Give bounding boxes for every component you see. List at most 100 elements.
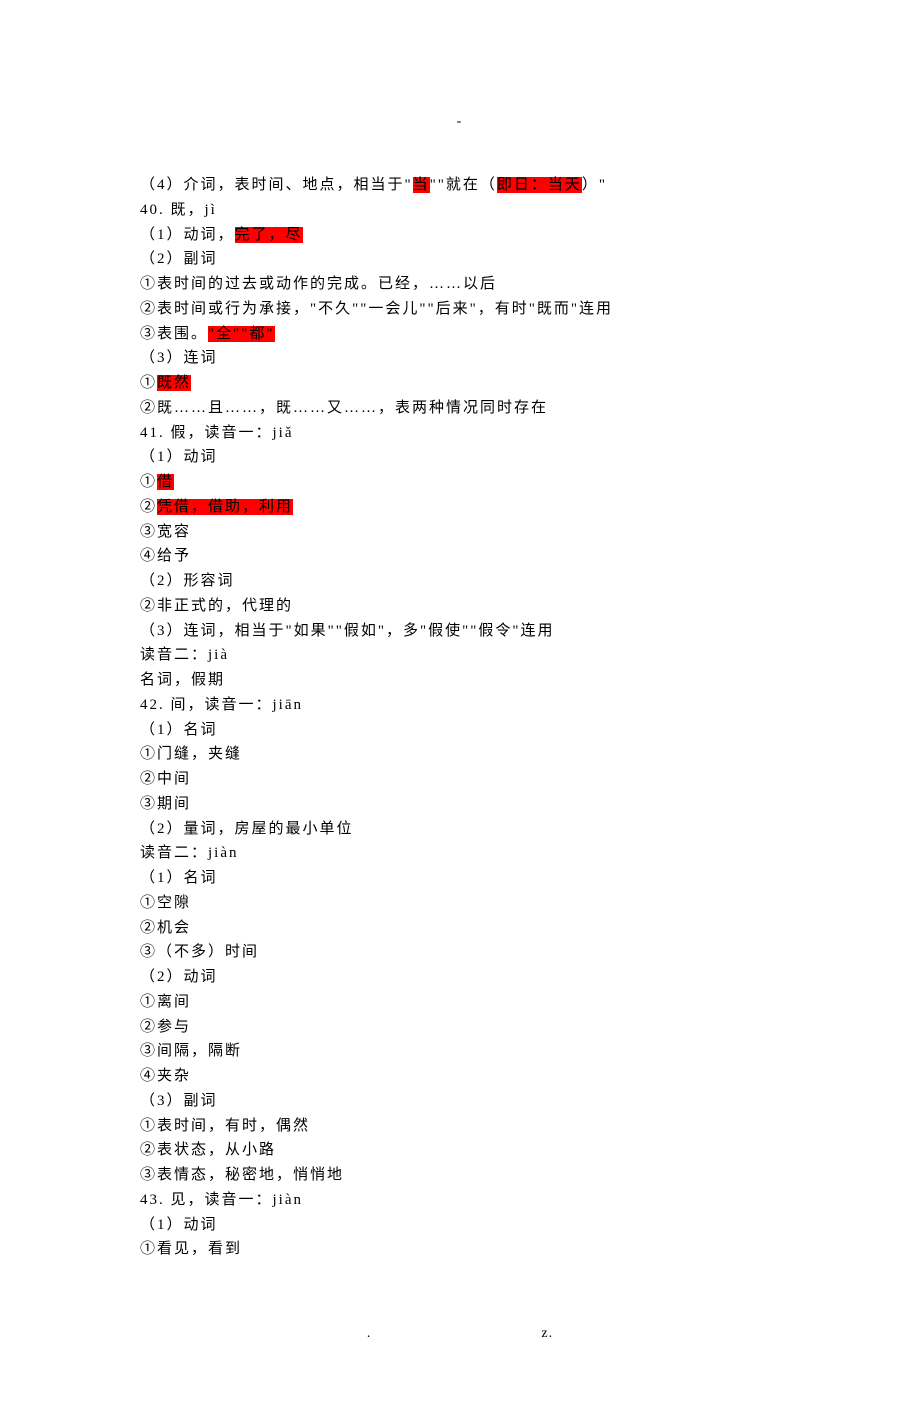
text-line: ②表时间或行为承接，"不久""一会儿""后来"，有时"既而"连用 [140,297,780,322]
text-segment: 40. 既，jì [140,202,217,218]
text-line: （1）名词 [140,718,780,743]
text-segment: 读音二：jiàn [140,845,239,861]
text-segment: ②表时间或行为承接，"不久""一会儿""后来"，有时"既而"连用 [140,301,613,317]
text-segment: ④夹杂 [140,1068,191,1084]
highlighted-text: 完了，尽 [235,227,303,243]
text-line: ②既……且……，既……又……，表两种情况同时存在 [140,396,780,421]
text-segment: （4）介词，表时间、地点，相当于" [140,177,413,193]
content-body: （4）介词，表时间、地点，相当于"当""就在（即日：当天）" 40. 既，jì （1… [140,173,780,1262]
text-line: （3）连词，相当于"如果""假如"，多"假使""假令"连用 [140,619,780,644]
highlighted-text: 当 [413,177,430,193]
text-line: （2）副词 [140,247,780,272]
text-segment: ③间隔，隔断 [140,1043,242,1059]
text-line: 42. 间，读音一：jiān [140,693,780,718]
text-segment: ②表状态，从小路 [140,1142,276,1158]
text-segment: ②参与 [140,1019,191,1035]
text-line: （2）动词 [140,965,780,990]
text-line: （2）量词，房屋的最小单位 [140,817,780,842]
page: - （4）介词，表时间、地点，相当于"当""就在（即日：当天）" 40. 既，jì… [0,0,920,1405]
text-segment: ）" [582,177,607,193]
text-line: ②参与 [140,1015,780,1040]
text-segment: ①表时间，有时，偶然 [140,1118,310,1134]
text-line: ③宽容 [140,520,780,545]
text-line: 43. 见，读音一：jiàn [140,1188,780,1213]
text-line: 41. 假，读音一：jiǎ [140,421,780,446]
header-dash: - [140,110,780,133]
text-segment: ③期间 [140,796,191,812]
text-segment: （2）动词 [140,969,218,985]
text-line: （1）动词 [140,1213,780,1238]
text-segment: （1）动词 [140,1217,218,1233]
text-line: 读音二：jià [140,643,780,668]
text-line: ③表情态，秘密地，悄悄地 [140,1163,780,1188]
text-line: （2）形容词 [140,569,780,594]
text-segment: ① [140,474,157,490]
text-line: 读音二：jiàn [140,841,780,866]
text-segment: （3）副词 [140,1093,218,1109]
text-segment: ①表时间的过去或动作的完成。已经，……以后 [140,276,497,292]
text-segment: （2）量词，房屋的最小单位 [140,821,354,837]
text-line: ②非正式的，代理的 [140,594,780,619]
text-line: ①空隙 [140,891,780,916]
text-line: （3）副词 [140,1089,780,1114]
text-line: （1）动词 [140,445,780,470]
text-segment: ②非正式的，代理的 [140,598,293,614]
text-segment: （1）名词 [140,722,218,738]
text-segment: ①门缝，夹缝 [140,746,242,762]
text-line: ①表时间，有时，偶然 [140,1114,780,1139]
highlighted-text: 凭借，借助，利用 [157,499,293,515]
text-segment: ③（不多）时间 [140,944,259,960]
text-segment: ①离间 [140,994,191,1010]
text-line: ②机会 [140,916,780,941]
highlighted-text: 既然 [157,375,191,391]
text-line: ①门缝，夹缝 [140,742,780,767]
text-segment: ③宽容 [140,524,191,540]
text-line: （1）动词，完了，尽 [140,223,780,248]
text-line: ①既然 [140,371,780,396]
highlighted-text: 即日：当天 [497,177,582,193]
text-line: 40. 既，jì [140,198,780,223]
text-line: （4）介词，表时间、地点，相当于"当""就在（即日：当天）" [140,173,780,198]
text-line: ③（不多）时间 [140,940,780,965]
text-segment: 42. 间，读音一：jiān [140,697,303,713]
text-line: ③间隔，隔断 [140,1039,780,1064]
text-segment: ""就在（ [430,177,497,193]
text-line: ①看见，看到 [140,1237,780,1262]
text-segment: （3）连词 [140,350,218,366]
text-segment: ④给予 [140,548,191,564]
text-segment: 43. 见，读音一：jiàn [140,1192,303,1208]
text-line: 名词，假期 [140,668,780,693]
highlighted-text: 借 [157,474,174,490]
text-segment: 41. 假，读音一：jiǎ [140,425,294,441]
text-line: ②表状态，从小路 [140,1138,780,1163]
text-segment: ③表围。 [140,326,208,342]
text-line: （3）连词 [140,346,780,371]
highlighted-text: "全""都" [208,326,275,342]
text-line: ④夹杂 [140,1064,780,1089]
text-line: ①表时间的过去或动作的完成。已经，……以后 [140,272,780,297]
text-segment: ② [140,499,157,515]
text-segment: ①空隙 [140,895,191,911]
text-segment: （2）副词 [140,251,218,267]
text-segment: （2）形容词 [140,573,235,589]
text-segment: ②机会 [140,920,191,936]
text-segment: ①看见，看到 [140,1241,242,1257]
footer-right: z. [541,1322,553,1345]
text-line: ②凭借，借助，利用 [140,495,780,520]
text-segment: （1）动词， [140,227,235,243]
text-segment: （3）连词，相当于"如果""假如"，多"假使""假令"连用 [140,623,555,639]
text-segment: ① [140,375,157,391]
text-line: ①离间 [140,990,780,1015]
text-segment: ②中间 [140,771,191,787]
footer: . z. [140,1322,780,1345]
text-segment: （1）动词 [140,449,218,465]
text-line: （1）名词 [140,866,780,891]
footer-left: . [367,1322,372,1345]
text-segment: 读音二：jià [140,647,229,663]
text-segment: 名词，假期 [140,672,225,688]
text-line: ③期间 [140,792,780,817]
text-segment: ③表情态，秘密地，悄悄地 [140,1167,344,1183]
text-line: ①借 [140,470,780,495]
text-line: ④给予 [140,544,780,569]
text-segment: （1）名词 [140,870,218,886]
